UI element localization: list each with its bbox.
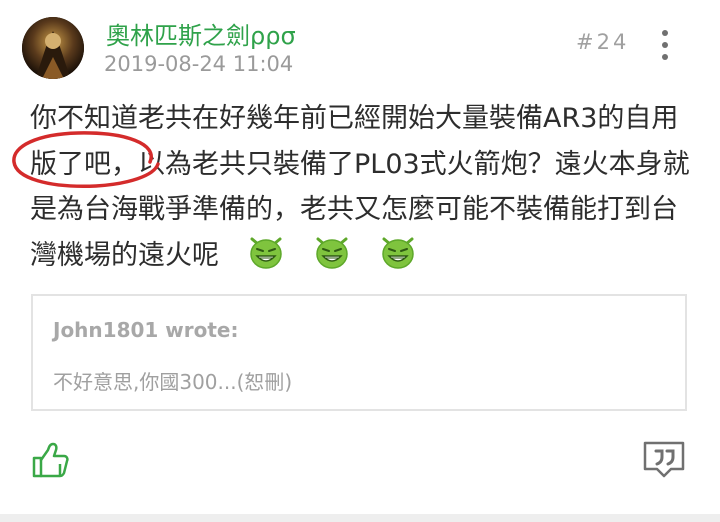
post-timestamp: 2019-08-24 11:04 <box>104 52 294 76</box>
grin-emoji <box>247 234 285 270</box>
grin-emoji <box>379 234 417 270</box>
post-body-text: 你不知道老共在好幾年前已經開始大量裝備AR3的自用版了吧，以為老共只裝備了PL0… <box>30 103 690 271</box>
grin-emoji <box>313 234 351 270</box>
author-name[interactable]: 奧林匹斯之劍ρρσ <box>106 16 296 51</box>
quote-author: John1801 wrote: <box>53 318 239 342</box>
thumbs-up-icon[interactable] <box>30 440 72 480</box>
post-body: 你不知道老共在好幾年前已經開始大量裝備AR3的自用版了吧，以為老共只裝備了PL0… <box>30 96 700 278</box>
avatar[interactable] <box>22 17 84 79</box>
more-vertical-icon[interactable] <box>650 28 680 62</box>
quote-block: John1801 wrote: 不好意思,你國300...(恕刪) <box>31 294 687 411</box>
quote-reply-icon[interactable] <box>641 437 687 479</box>
quote-text: 不好意思,你國300...(恕刪) <box>53 370 293 394</box>
bottom-divider <box>0 514 720 522</box>
post-card: 奧林匹斯之劍ρρσ 2019-08-24 11:04 #24 你不知道老共在好幾… <box>0 0 720 522</box>
floor-number: #24 <box>576 30 630 54</box>
